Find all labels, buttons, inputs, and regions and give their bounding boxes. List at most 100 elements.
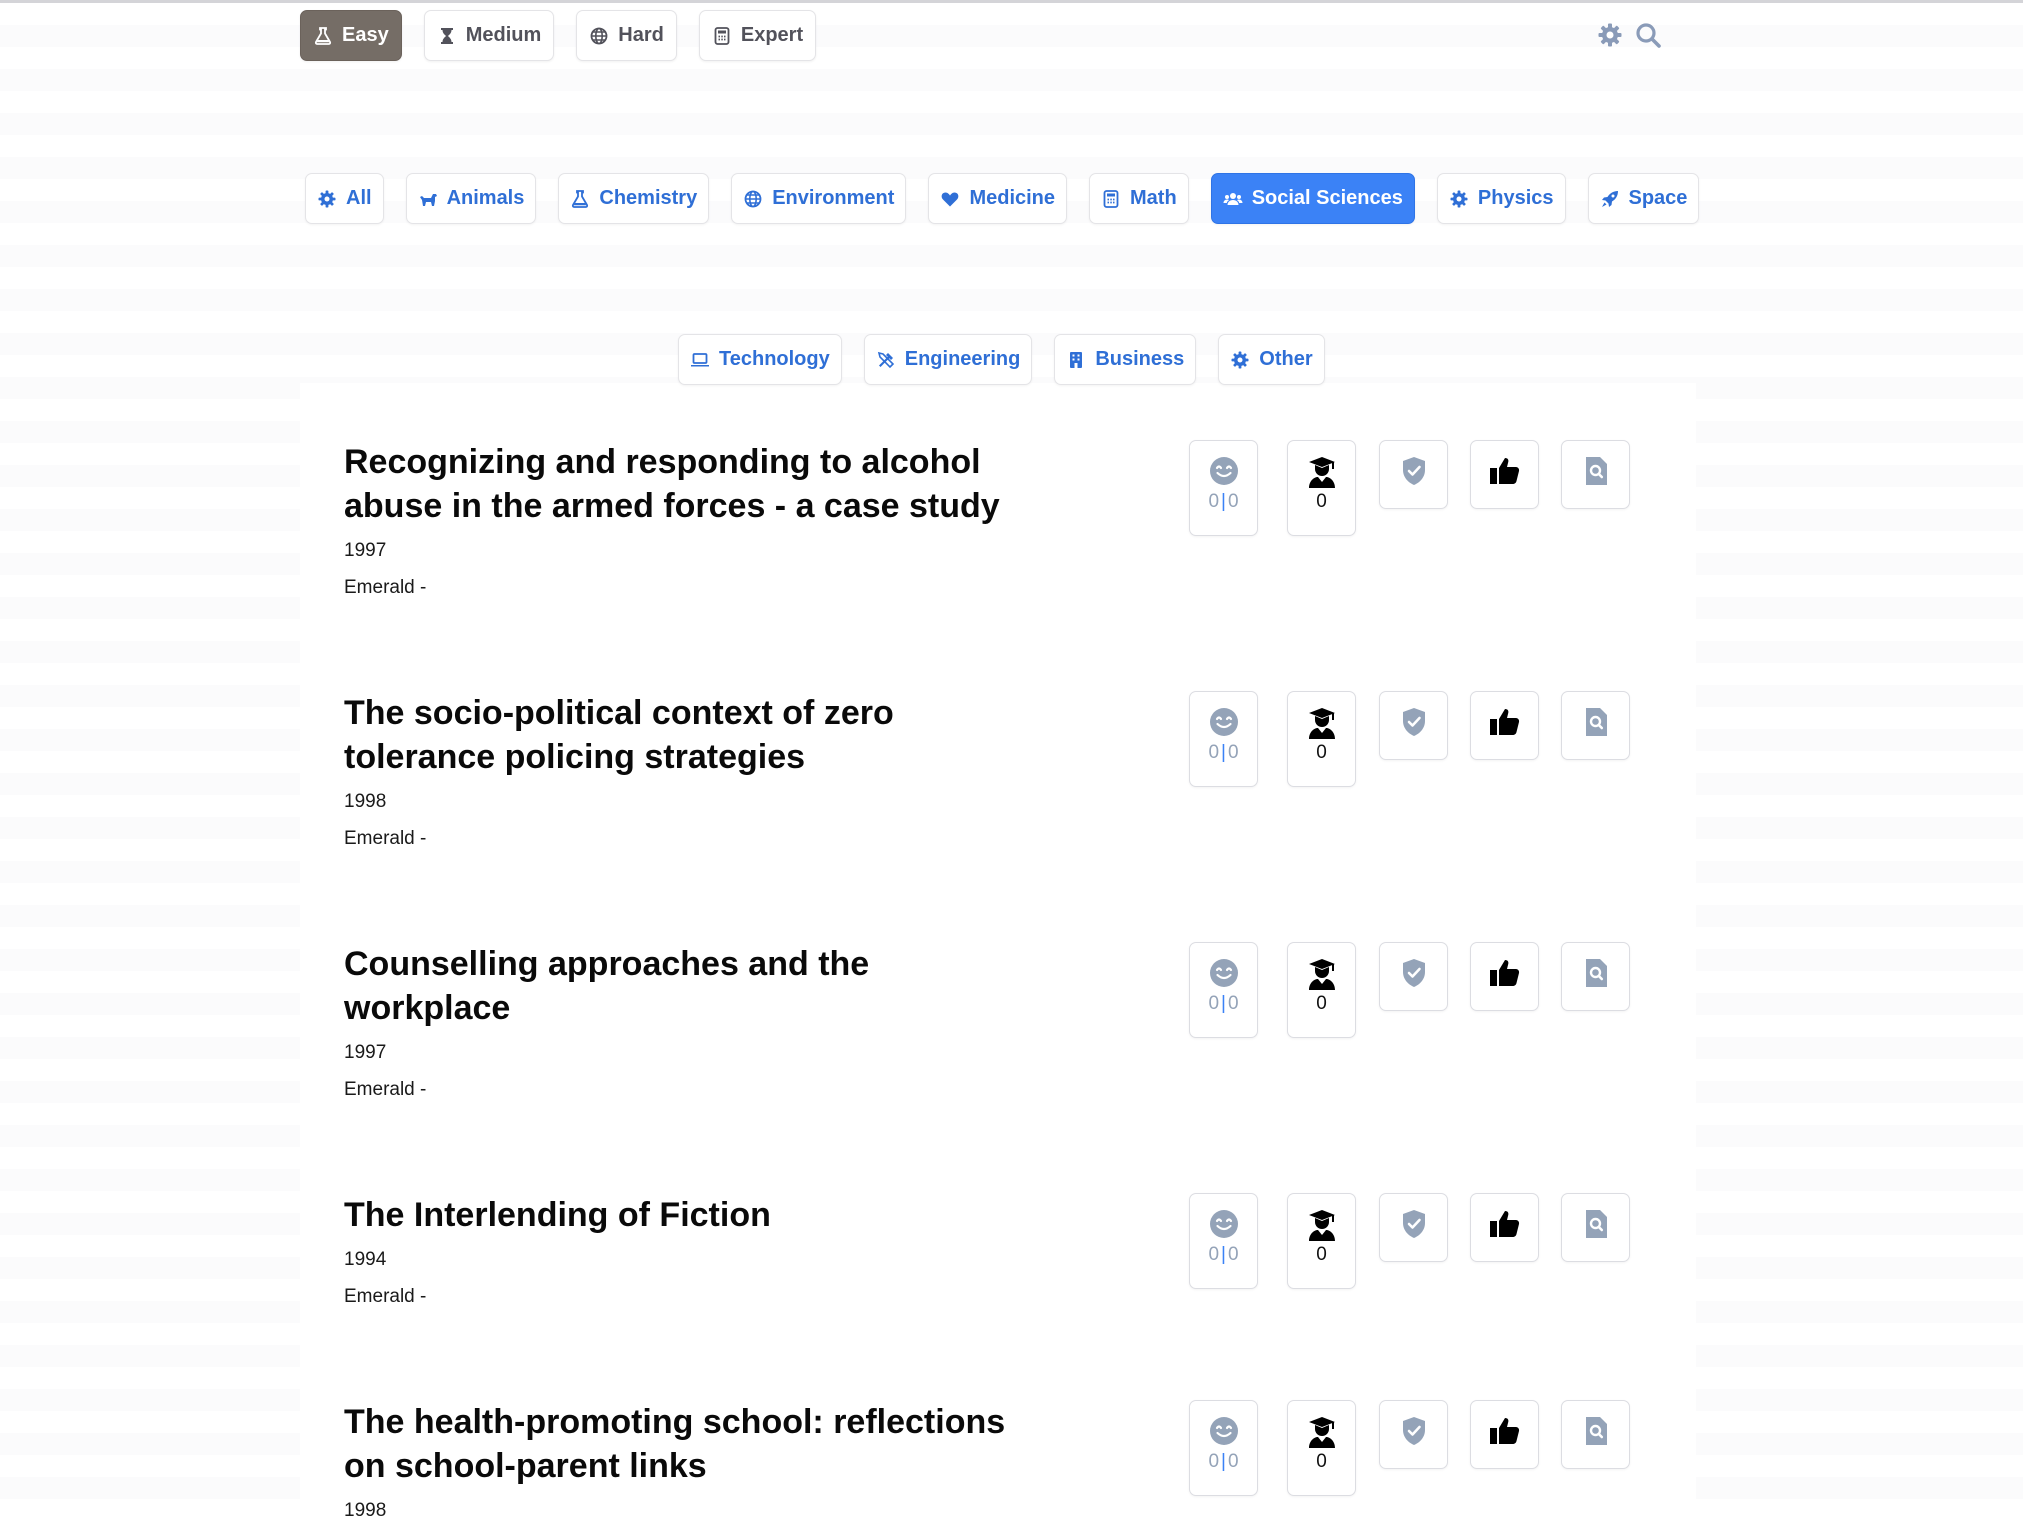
article-item: The socio-political context of zero tole… xyxy=(344,691,1644,850)
article-title[interactable]: The socio-political context of zero tole… xyxy=(344,691,1044,779)
article-actions: 0 | 0 0 xyxy=(1189,691,1659,787)
file-search-icon xyxy=(1585,1210,1607,1238)
category-other-label: Other xyxy=(1259,348,1313,370)
gear-icon[interactable] xyxy=(1596,21,1624,49)
category-environment-label: Environment xyxy=(772,187,895,209)
search-article-button[interactable] xyxy=(1561,942,1630,1011)
category-other-chip[interactable]: Other xyxy=(1218,334,1325,385)
article-publisher: Emerald - xyxy=(344,1079,427,1100)
scholar-count: 0 xyxy=(1316,993,1327,1014)
category-environment-chip[interactable]: Environment xyxy=(731,173,907,224)
category-row-1: All Animals Chemistry Environment Medici… xyxy=(305,173,1700,224)
category-animals-chip[interactable]: Animals xyxy=(405,173,537,224)
building-icon xyxy=(1070,351,1083,368)
category-animals-label: Animals xyxy=(446,187,525,209)
verify-button[interactable] xyxy=(1379,691,1448,760)
article-actions: 0 | 0 0 xyxy=(1189,942,1659,1038)
reaction-button[interactable]: 0 | 0 xyxy=(1189,691,1258,787)
like-button[interactable] xyxy=(1470,440,1539,509)
calculator-icon xyxy=(714,26,730,45)
category-math-chip[interactable]: Math xyxy=(1089,173,1189,224)
category-social-sciences-chip[interactable]: Social Sciences xyxy=(1210,173,1415,224)
smile-icon xyxy=(1209,457,1238,485)
search-icon[interactable] xyxy=(1634,21,1662,49)
reaction-button[interactable]: 0 | 0 xyxy=(1189,1400,1258,1496)
difficulty-expert-button[interactable]: Expert xyxy=(698,10,817,61)
reaction-button[interactable]: 0 | 0 xyxy=(1189,942,1258,1038)
shield-check-icon xyxy=(1402,1417,1425,1445)
article-item: Counselling approaches and the workplace… xyxy=(344,942,1644,1101)
category-physics-chip[interactable]: Physics xyxy=(1436,173,1566,224)
article-item: The health-promoting school: reflections… xyxy=(344,1400,1644,1517)
category-chemistry-chip[interactable]: Chemistry xyxy=(558,173,710,224)
difficulty-expert-label: Expert xyxy=(740,24,804,46)
article-title[interactable]: The Interlending of Fiction xyxy=(344,1193,1044,1237)
category-all-chip[interactable]: All xyxy=(305,173,384,224)
verify-button[interactable] xyxy=(1379,440,1448,509)
like-button[interactable] xyxy=(1470,1193,1539,1262)
category-engineering-label: Engineering xyxy=(904,348,1021,370)
dog-icon xyxy=(419,193,437,206)
like-button[interactable] xyxy=(1470,1400,1539,1469)
article-actions: 0 | 0 0 xyxy=(1189,1400,1659,1496)
thumbs-up-icon xyxy=(1489,458,1519,484)
verify-button[interactable] xyxy=(1379,942,1448,1011)
search-article-button[interactable] xyxy=(1561,691,1630,760)
verify-button[interactable] xyxy=(1379,1193,1448,1262)
article-year: 1998 xyxy=(344,1500,387,1517)
difficulty-easy-button[interactable]: Easy xyxy=(300,10,402,61)
atom-icon xyxy=(1450,190,1468,207)
category-all-label: All xyxy=(346,187,372,209)
verify-button[interactable] xyxy=(1379,1400,1448,1469)
category-business-chip[interactable]: Business xyxy=(1054,334,1197,385)
difficulty-easy-label: Easy xyxy=(342,24,389,46)
search-article-button[interactable] xyxy=(1561,1193,1630,1262)
scholar-button[interactable]: 0 xyxy=(1287,440,1356,536)
file-search-icon xyxy=(1585,959,1607,987)
rocket-icon xyxy=(1601,190,1618,207)
category-technology-chip[interactable]: Technology xyxy=(678,334,842,385)
reaction-button[interactable]: 0 | 0 xyxy=(1189,440,1258,536)
shield-check-icon xyxy=(1402,708,1425,736)
category-row-2: Technology Engineering Business Other xyxy=(678,334,1325,385)
heart-icon xyxy=(942,192,959,206)
scholar-count: 0 xyxy=(1316,742,1327,763)
like-button[interactable] xyxy=(1470,942,1539,1011)
article-item: The Interlending of Fiction 1994 Emerald… xyxy=(344,1193,1644,1308)
thumbs-up-icon xyxy=(1489,709,1519,735)
difficulty-hard-label: Hard xyxy=(618,24,664,46)
article-actions: 0 | 0 0 xyxy=(1189,440,1659,536)
smile-icon xyxy=(1209,708,1238,736)
search-article-button[interactable] xyxy=(1561,440,1630,509)
category-technology-label: Technology xyxy=(719,348,830,370)
article-publisher: Emerald - xyxy=(344,828,427,849)
scholar-button[interactable]: 0 xyxy=(1287,1400,1356,1496)
article-title[interactable]: The health-promoting school: reflections… xyxy=(344,1400,1044,1488)
smile-icon xyxy=(1209,959,1238,987)
shield-check-icon xyxy=(1402,457,1425,485)
scholar-button[interactable]: 0 xyxy=(1287,942,1356,1038)
thumbs-up-icon xyxy=(1489,1211,1519,1237)
article-actions: 0 | 0 0 xyxy=(1189,1193,1659,1289)
gear-icon xyxy=(1231,351,1249,368)
scholar-count: 0 xyxy=(1316,1244,1327,1265)
category-medicine-chip[interactable]: Medicine xyxy=(928,173,1068,224)
search-article-button[interactable] xyxy=(1561,1400,1630,1469)
category-engineering-chip[interactable]: Engineering xyxy=(863,334,1033,385)
file-search-icon xyxy=(1585,708,1607,736)
shield-check-icon xyxy=(1402,959,1425,987)
scholar-button[interactable]: 0 xyxy=(1287,691,1356,787)
reaction-button[interactable]: 0 | 0 xyxy=(1189,1193,1258,1289)
difficulty-medium-button[interactable]: Medium xyxy=(423,10,555,61)
category-math-label: Math xyxy=(1130,187,1177,209)
article-title[interactable]: Counselling approaches and the workplace xyxy=(344,942,1044,1030)
thumbs-up-icon xyxy=(1489,960,1519,986)
category-physics-label: Physics xyxy=(1477,187,1554,209)
scholar-count: 0 xyxy=(1316,491,1327,512)
scholar-button[interactable]: 0 xyxy=(1287,1193,1356,1289)
article-title[interactable]: Recognizing and responding to alcohol ab… xyxy=(344,440,1044,528)
difficulty-hard-button[interactable]: Hard xyxy=(576,10,677,61)
category-space-chip[interactable]: Space xyxy=(1587,173,1700,224)
like-button[interactable] xyxy=(1470,691,1539,760)
thumbs-up-icon xyxy=(1489,1418,1519,1444)
